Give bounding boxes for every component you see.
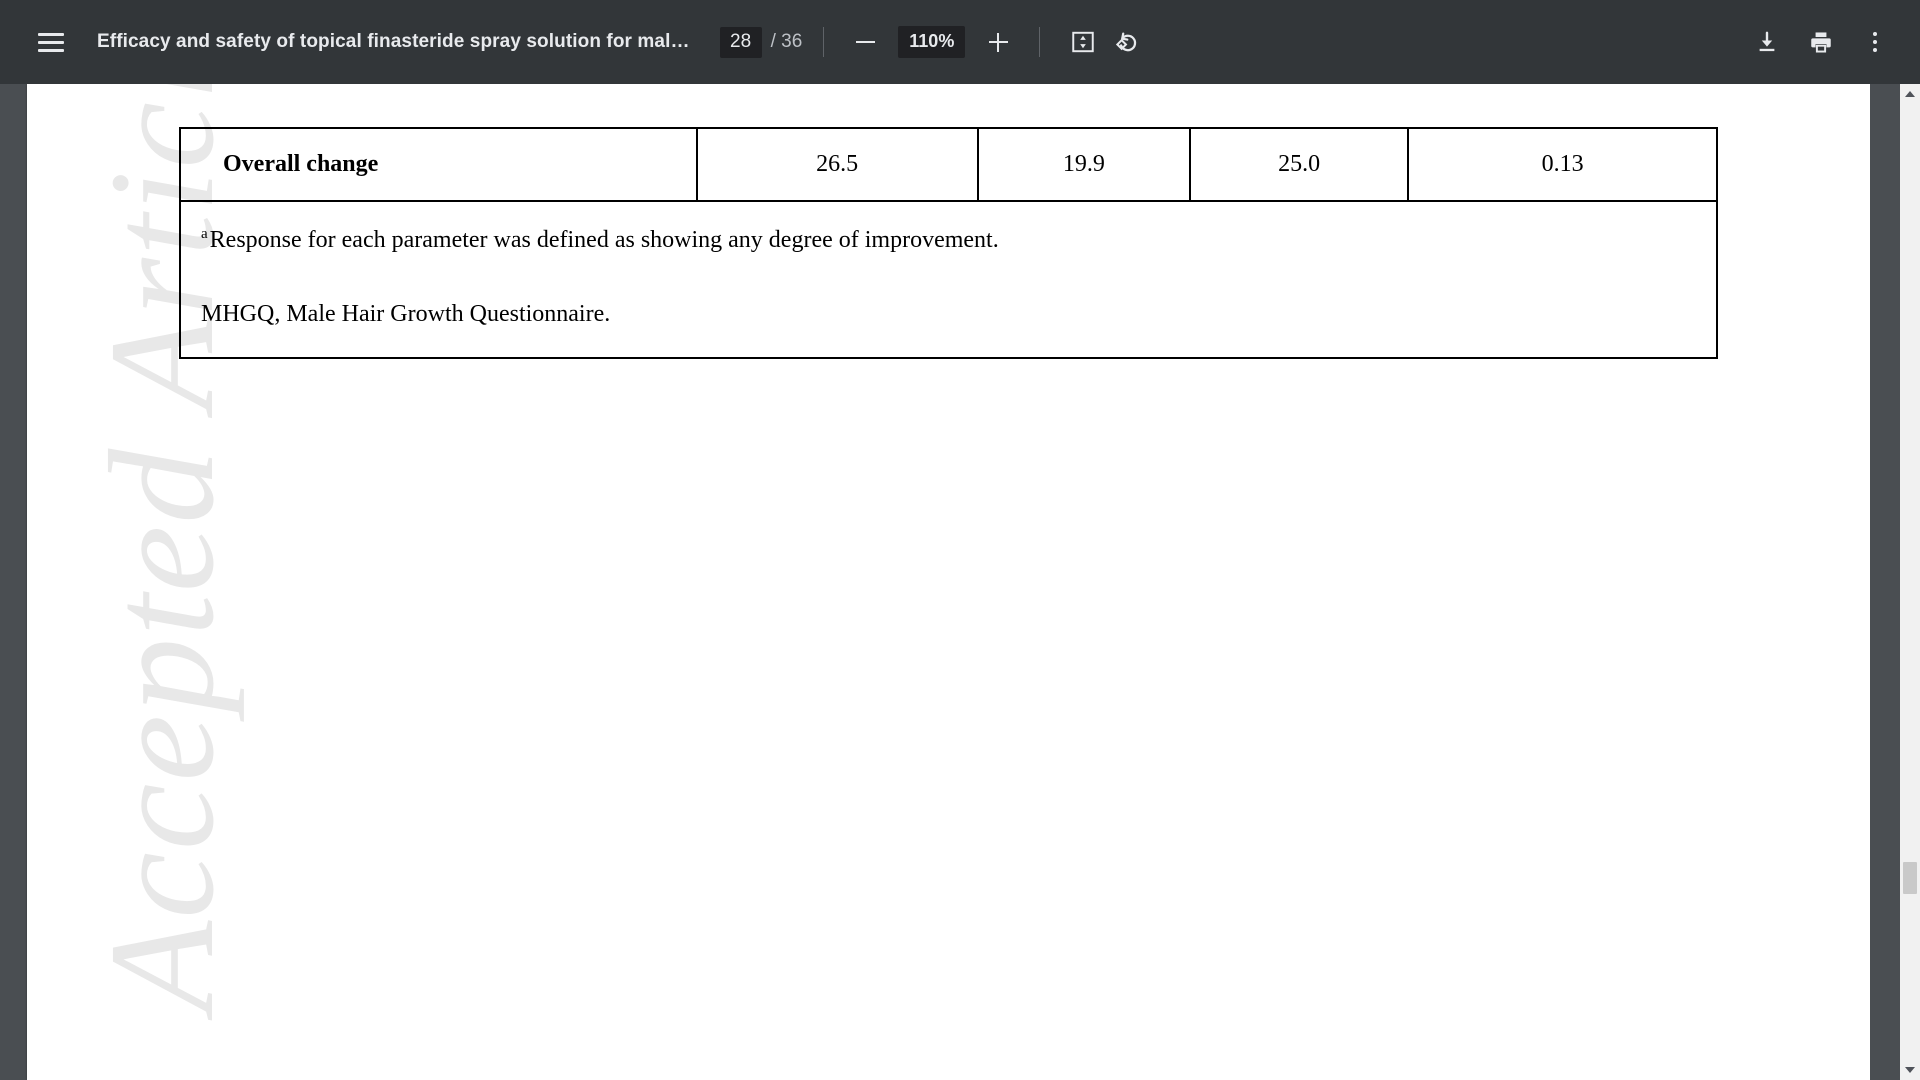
- page-total-label: / 36: [770, 31, 803, 52]
- scrollbar-thumb[interactable]: [1903, 862, 1917, 894]
- scroll-down-arrow-icon: [1905, 1067, 1915, 1073]
- scrollbar-gutter: [1870, 84, 1900, 1080]
- footnote-abbreviation-text: MHGQ, Male Hair Growth Questionnaire.: [201, 301, 611, 328]
- plus-icon-vertical: [997, 32, 1000, 52]
- page-indicator: / 36: [719, 26, 803, 58]
- zoom-level-display[interactable]: 110%: [898, 26, 966, 58]
- scroll-down-button[interactable]: [1900, 1060, 1920, 1080]
- pdf-page-28: Accepted Article Overall change 26.5 19.…: [27, 84, 1870, 1080]
- toolbar-right-actions: [1740, 18, 1902, 66]
- pdf-viewer-toolbar: Efficacy and safety of topical finasteri…: [0, 0, 1920, 84]
- table-cell-value-3: 25.0: [1189, 127, 1410, 202]
- minus-icon: [855, 41, 875, 43]
- scroll-up-arrow-icon: [1905, 91, 1915, 97]
- toolbar-divider-2: [1039, 27, 1041, 57]
- toolbar-divider-1: [823, 27, 825, 57]
- more-vertical-icon: [1873, 32, 1877, 52]
- page-number-input[interactable]: [719, 26, 762, 58]
- vertical-scrollbar[interactable]: [1900, 84, 1920, 1080]
- fit-to-page-button[interactable]: [1061, 20, 1105, 64]
- view-controls: [1061, 20, 1149, 64]
- print-button[interactable]: [1794, 18, 1848, 66]
- document-title: Efficacy and safety of topical finasteri…: [97, 31, 690, 52]
- results-table: Overall change 26.5 19.9 25.0 0.13 aResp…: [179, 127, 1718, 359]
- table-cell-value-1: 26.5: [695, 127, 979, 202]
- pdf-viewer-area[interactable]: Accepted Article Overall change 26.5 19.…: [0, 84, 1920, 1080]
- download-button[interactable]: [1740, 18, 1794, 66]
- zoom-out-button[interactable]: [845, 22, 885, 62]
- sidebar-toggle-button[interactable]: [27, 18, 75, 66]
- download-icon: [1759, 31, 1775, 52]
- rotate-counterclockwise-icon: [1115, 31, 1136, 51]
- table-cell-value-4: 0.13: [1407, 127, 1718, 202]
- footnote-abbreviation: MHGQ, Male Hair Growth Questionnaire.: [191, 298, 1716, 330]
- zoom-controls: 110%: [845, 22, 1018, 62]
- print-icon: [1811, 32, 1831, 53]
- table-row: Overall change 26.5 19.9 25.0 0.13: [179, 127, 1718, 202]
- rotate-button[interactable]: [1105, 20, 1149, 64]
- row-label-overall-change: Overall change: [179, 127, 698, 202]
- footnote-a-text: Response for each parameter was defined …: [209, 227, 999, 253]
- hamburger-menu-icon: [38, 32, 64, 52]
- table-footnotes: aResponse for each parameter was defined…: [179, 200, 1718, 359]
- footnote-marker-a: a: [201, 226, 208, 242]
- zoom-in-button[interactable]: [978, 22, 1018, 62]
- table-cell-value-2: 19.9: [976, 127, 1192, 202]
- fit-to-page-icon: [1072, 31, 1095, 53]
- more-options-button[interactable]: [1848, 18, 1902, 66]
- table-footnote-row: aResponse for each parameter was defined…: [179, 200, 1718, 359]
- scroll-up-button[interactable]: [1900, 84, 1920, 104]
- footnote-a: aResponse for each parameter was defined…: [191, 224, 1716, 256]
